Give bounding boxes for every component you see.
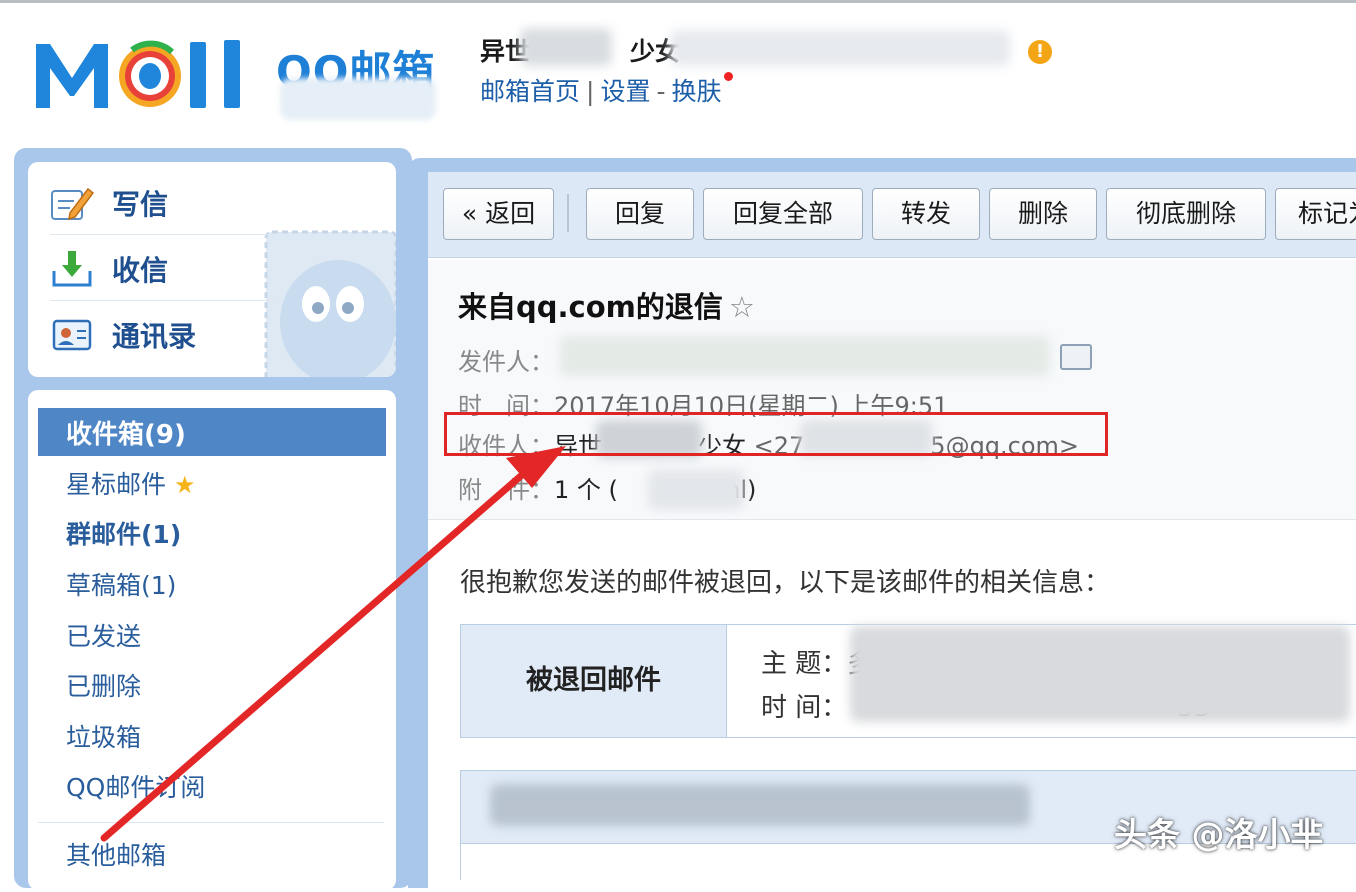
redacted-block	[648, 470, 744, 510]
star-outline-icon[interactable]: ☆	[729, 290, 755, 324]
delete-forever-button[interactable]: 彻底删除	[1106, 188, 1266, 240]
contacts-label: 通讯录	[112, 320, 197, 353]
contact-card-icon[interactable]	[1060, 344, 1092, 370]
write-mail-button[interactable]: 写信	[50, 170, 350, 236]
separator: |	[586, 77, 595, 106]
warning-icon[interactable]: !	[1028, 40, 1052, 64]
divider	[38, 822, 384, 823]
mark-as-button[interactable]: 标记为	[1275, 188, 1356, 240]
delete-button[interactable]: 删除	[989, 188, 1097, 240]
folder-starred[interactable]: 星标邮件 ★	[66, 465, 196, 501]
forward-button[interactable]: 转发	[872, 188, 980, 240]
from-label: 发件人：	[458, 348, 554, 376]
window-top-border	[0, 0, 1356, 3]
mailbox-home-link[interactable]: 邮箱首页	[480, 77, 580, 106]
settings-link[interactable]: 设置	[600, 77, 650, 106]
change-skin-link[interactable]: 换肤	[672, 77, 722, 106]
star-icon: ★	[174, 471, 196, 499]
toolbar-separator	[567, 194, 569, 232]
redacted-block	[490, 784, 1030, 826]
folder-spam[interactable]: 垃圾箱	[66, 718, 141, 754]
write-mail-label: 写信	[112, 188, 169, 221]
reply-button[interactable]: 回复	[586, 188, 694, 240]
folder-inbox-label: 收件箱(9)	[66, 420, 186, 450]
bounced-time-label: 时 间：	[761, 693, 848, 723]
bounce-intro: 很抱歉您发送的邮件被退回，以下是该邮件的相关信息：	[460, 568, 1111, 598]
divider	[50, 234, 280, 235]
compose-box: 写信 收信 通讯录	[28, 162, 396, 377]
mail-subject: 来自qq.com的退信 ☆	[458, 284, 755, 326]
redacted-block	[280, 78, 436, 120]
folder-inbox[interactable]: 收件箱(9)	[38, 408, 386, 456]
redacted-block	[520, 28, 612, 66]
header-links: 邮箱首页 | 设置 - 换肤	[480, 72, 733, 108]
receive-mail-label: 收信	[112, 254, 169, 287]
redacted-block	[850, 626, 1350, 722]
reply-all-button[interactable]: 回复全部	[703, 188, 863, 240]
attachment-count: 1 个 (	[554, 476, 618, 504]
contacts-button[interactable]: 通讯录	[50, 302, 350, 368]
notification-dot	[723, 72, 733, 81]
pencil-icon	[50, 183, 94, 223]
folder-starred-label: 星标邮件	[66, 470, 167, 499]
recipient-highlight-box	[444, 412, 1108, 456]
receive-mail-button[interactable]: 收信	[50, 236, 350, 302]
inbox-download-icon	[50, 249, 94, 289]
watermark: 头条 @洛小芈	[1114, 815, 1324, 854]
folder-drafts[interactable]: 草稿箱(1)	[66, 566, 176, 602]
folder-deleted[interactable]: 已删除	[66, 667, 141, 703]
address-book-icon	[50, 315, 94, 355]
folder-subscribe[interactable]: QQ邮件订阅	[66, 768, 205, 804]
divider	[50, 300, 280, 301]
bounced-mail-heading: 被退回邮件	[461, 625, 727, 737]
attachment-label: 附 件：	[458, 476, 554, 504]
folder-sent[interactable]: 已发送	[66, 617, 141, 653]
redacted-block	[670, 30, 1010, 66]
folder-other-mailboxes[interactable]: 其他邮箱	[66, 836, 166, 872]
back-button[interactable]: « 返回	[443, 188, 554, 240]
separator: -	[656, 77, 666, 106]
redacted-sender	[560, 336, 1050, 376]
folder-group[interactable]: 群邮件(1)	[66, 515, 181, 551]
mail-subject-text: 来自qq.com的退信	[458, 290, 723, 324]
mail-logo[interactable]	[32, 36, 264, 112]
from-row: 发件人：	[458, 342, 554, 377]
